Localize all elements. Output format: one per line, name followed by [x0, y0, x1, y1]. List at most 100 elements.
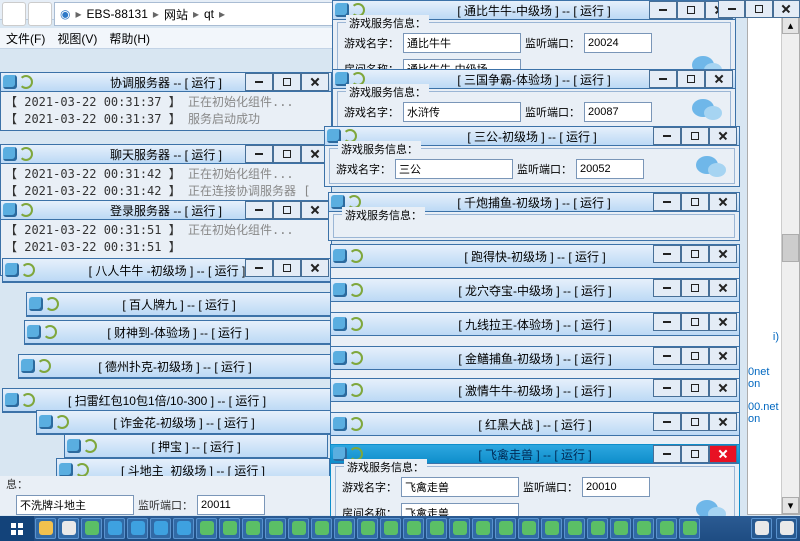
close-button[interactable] [301, 259, 329, 277]
taskbar-item[interactable] [587, 518, 608, 539]
taskbar-item[interactable] [173, 518, 194, 539]
minimize-button[interactable] [653, 347, 681, 365]
taskbar-item[interactable] [357, 518, 378, 539]
minimize-button[interactable] [649, 70, 677, 88]
menu-view[interactable]: 视图(V) [57, 30, 97, 47]
minimize-button[interactable] [653, 445, 681, 463]
maximize-button[interactable] [681, 347, 709, 365]
minimize-button[interactable] [653, 193, 681, 211]
maximize-button[interactable] [273, 259, 301, 277]
minimize-button[interactable] [653, 313, 681, 331]
reload-icon[interactable] [43, 325, 57, 339]
taskbar-item[interactable] [633, 518, 654, 539]
crumb-0[interactable]: EBS-88131 [82, 7, 153, 21]
port-input[interactable] [584, 102, 652, 122]
taskbar-item[interactable] [242, 518, 263, 539]
taskbar-item[interactable] [150, 518, 171, 539]
taskbar-item[interactable] [610, 518, 631, 539]
maximize-button[interactable] [681, 127, 709, 145]
minimize-button[interactable] [245, 201, 273, 219]
close-button[interactable] [709, 245, 737, 263]
reload-icon[interactable] [349, 249, 363, 263]
reload-icon[interactable] [83, 439, 97, 453]
maximize-button[interactable] [681, 445, 709, 463]
close-button[interactable] [709, 279, 737, 297]
close-button[interactable] [709, 347, 737, 365]
reload-icon[interactable] [349, 383, 363, 397]
link-fragment-2[interactable]: 00.net on [748, 401, 779, 425]
taskbar-item[interactable] [426, 518, 447, 539]
game-name-input[interactable] [403, 102, 521, 122]
taskbar-item[interactable] [380, 518, 401, 539]
tray-icon[interactable] [751, 518, 772, 539]
reload-icon[interactable] [21, 393, 35, 407]
minimize-button[interactable] [649, 1, 677, 19]
taskbar-item[interactable] [656, 518, 677, 539]
nav-back-icon[interactable] [2, 2, 26, 26]
close-button[interactable] [709, 413, 737, 431]
maximize-button[interactable] [273, 201, 301, 219]
minimize-button[interactable] [245, 145, 273, 163]
reload-icon[interactable] [37, 359, 51, 373]
bg-close-button[interactable] [773, 0, 800, 18]
menu-file[interactable]: 文件(F) [6, 30, 45, 47]
taskbar-item[interactable] [334, 518, 355, 539]
maximize-button[interactable] [681, 193, 709, 211]
minimize-button[interactable] [653, 245, 681, 263]
maximize-button[interactable] [273, 145, 301, 163]
maximize-button[interactable] [681, 245, 709, 263]
close-button[interactable] [709, 445, 737, 463]
taskbar-item[interactable] [58, 518, 79, 539]
taskbar-item[interactable] [472, 518, 493, 539]
maximize-button[interactable] [677, 70, 705, 88]
taskbar-item[interactable] [104, 518, 125, 539]
maximize-button[interactable] [681, 379, 709, 397]
reload-icon[interactable] [55, 415, 69, 429]
port-input[interactable] [582, 477, 650, 497]
reload-icon[interactable] [349, 283, 363, 297]
close-button[interactable] [709, 193, 737, 211]
minimize-button[interactable] [653, 279, 681, 297]
reload-icon[interactable] [21, 263, 35, 277]
taskbar-item[interactable] [196, 518, 217, 539]
maximize-button[interactable] [681, 313, 709, 331]
reload-icon[interactable] [19, 147, 33, 161]
taskbar-item[interactable] [679, 518, 700, 539]
scroll-down-icon[interactable]: ▾ [782, 497, 799, 514]
close-button[interactable] [705, 70, 733, 88]
scroll-up-icon[interactable]: ▴ [782, 17, 799, 34]
taskbar-item[interactable] [495, 518, 516, 539]
scroll-thumb[interactable] [782, 234, 799, 262]
reload-icon[interactable] [19, 203, 33, 217]
bg-maximize-button[interactable] [745, 0, 772, 18]
start-button[interactable] [0, 516, 34, 541]
taskbar-item[interactable] [541, 518, 562, 539]
footer-port-input[interactable] [197, 495, 265, 515]
scrollbar[interactable]: ▴ ▾ [781, 17, 799, 514]
taskbar-item[interactable] [265, 518, 286, 539]
port-input[interactable] [584, 33, 652, 53]
close-button[interactable] [301, 73, 329, 91]
crumb-1[interactable]: 网站 [159, 6, 193, 23]
crumb-2[interactable]: qt [199, 7, 219, 21]
close-button[interactable] [301, 201, 329, 219]
taskbar-item[interactable] [81, 518, 102, 539]
game-name-input[interactable] [401, 477, 519, 497]
reload-icon[interactable] [349, 317, 363, 331]
maximize-button[interactable] [681, 279, 709, 297]
reload-icon[interactable] [349, 351, 363, 365]
link-fragment-0[interactable]: i) [773, 331, 779, 343]
taskbar-item[interactable] [127, 518, 148, 539]
maximize-button[interactable] [677, 1, 705, 19]
game-name-input[interactable] [403, 33, 521, 53]
bg-minimize-button[interactable] [718, 0, 745, 18]
link-fragment-1[interactable]: 0net on [748, 366, 779, 390]
minimize-button[interactable] [245, 73, 273, 91]
minimize-button[interactable] [653, 379, 681, 397]
menu-help[interactable]: 帮助(H) [109, 30, 150, 47]
reload-icon[interactable] [19, 75, 33, 89]
taskbar-item[interactable] [518, 518, 539, 539]
taskbar-item[interactable] [311, 518, 332, 539]
reload-icon[interactable] [45, 297, 59, 311]
close-button[interactable] [709, 379, 737, 397]
